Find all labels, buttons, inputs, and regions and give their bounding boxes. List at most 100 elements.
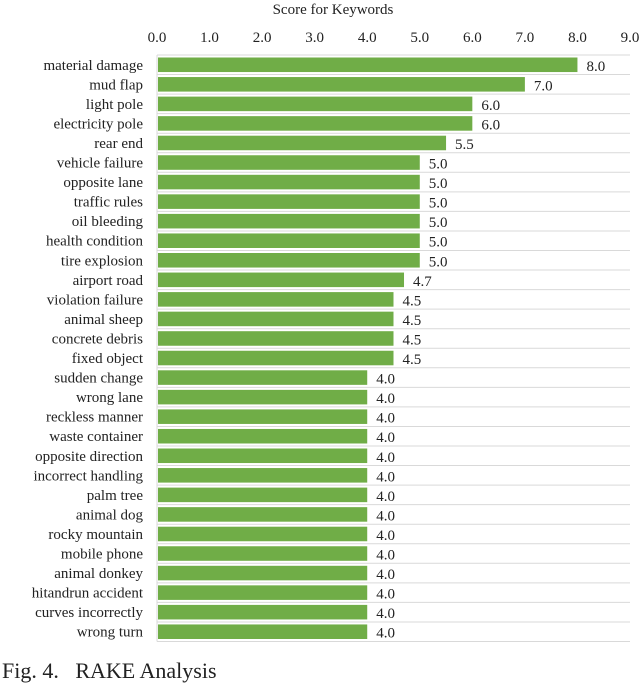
bar <box>158 604 368 620</box>
bar <box>158 370 368 385</box>
value-label: 4.0 <box>376 450 395 466</box>
value-label: 4.0 <box>376 548 395 564</box>
bar <box>158 409 368 424</box>
value-label: 5.0 <box>429 157 448 173</box>
bar <box>158 311 394 327</box>
value-label: 7.0 <box>534 78 553 94</box>
value-label: 4.0 <box>376 430 395 446</box>
category-label: light pole <box>86 97 143 113</box>
x-tick-label: 6.0 <box>463 30 482 46</box>
value-label: 4.0 <box>376 606 395 622</box>
value-label: 4.0 <box>376 391 395 407</box>
value-label: 4.7 <box>413 274 432 290</box>
category-label: reckless manner <box>46 410 143 426</box>
value-label: 5.5 <box>455 137 474 153</box>
bar <box>158 135 447 151</box>
value-label: 4.5 <box>403 313 422 329</box>
value-label: 4.0 <box>376 626 395 642</box>
x-tick-label: 4.0 <box>358 30 377 46</box>
x-tick-label: 5.0 <box>410 30 429 46</box>
value-label: 4.5 <box>403 352 422 368</box>
category-label: violation failure <box>47 292 144 308</box>
x-tick-label: 0.0 <box>148 30 167 46</box>
value-label: 4.0 <box>376 567 395 583</box>
bar <box>158 272 405 288</box>
x-tick-label: 7.0 <box>516 30 535 46</box>
value-label: 4.0 <box>376 587 395 603</box>
value-label: 5.0 <box>429 196 448 212</box>
bar <box>158 194 420 209</box>
category-label: concrete debris <box>52 331 143 347</box>
value-label: 4.5 <box>403 293 422 309</box>
bar <box>158 565 368 581</box>
bar <box>158 448 368 464</box>
bar <box>158 487 368 503</box>
category-label: electricity pole <box>53 116 143 132</box>
value-label: 4.0 <box>376 469 395 485</box>
category-label: incorrect handling <box>33 468 143 484</box>
category-labels: material damage mud flap light pole electri… <box>32 58 144 641</box>
bar <box>158 96 473 112</box>
x-tick-label: 1.0 <box>200 30 219 46</box>
bar <box>158 331 394 346</box>
category-label: opposite direction <box>35 449 143 465</box>
category-label: material damage <box>43 58 143 74</box>
bar <box>158 585 368 600</box>
value-label: 5.0 <box>429 176 448 192</box>
bar <box>158 174 420 190</box>
category-label: rocky mountain <box>48 527 143 543</box>
value-label: 4.0 <box>376 489 395 505</box>
value-label: 6.0 <box>481 98 500 114</box>
figure-caption: Fig. 4. RAKE Analysis <box>2 658 217 683</box>
value-label: 5.0 <box>429 215 448 231</box>
value-label: 4.0 <box>376 372 395 388</box>
category-label: fixed object <box>72 351 144 367</box>
x-tick-label: 9.0 <box>621 30 640 46</box>
bar <box>158 213 420 229</box>
category-label: palm tree <box>87 488 144 504</box>
x-tick-label: 8.0 <box>568 30 587 46</box>
category-label: sudden change <box>54 371 143 387</box>
category-label: wrong lane <box>76 390 143 406</box>
bar <box>158 428 368 444</box>
category-label: waste container <box>49 429 143 445</box>
chart-title: Score for Keywords <box>273 2 394 18</box>
category-label: animal dog <box>76 507 144 523</box>
bar <box>158 350 394 366</box>
bar <box>158 624 368 639</box>
bar <box>158 57 578 73</box>
category-label: vehicle failure <box>57 156 144 172</box>
value-label: 4.0 <box>376 411 395 427</box>
bar <box>158 116 473 131</box>
bar <box>158 546 368 561</box>
value-label: 5.0 <box>429 235 448 251</box>
bar <box>158 389 368 405</box>
bar-chart: Score for Keywords 0.0 1.0 2.0 3.0 4.0 5.0 6.0… <box>32 2 640 642</box>
bar <box>158 155 420 170</box>
category-label: tire explosion <box>61 253 144 269</box>
category-label: hitandrun accident <box>32 586 144 602</box>
value-label: 4.5 <box>403 332 422 348</box>
category-label: curves incorrectly <box>35 605 143 621</box>
bar <box>158 253 420 268</box>
category-label: opposite lane <box>63 175 143 191</box>
category-label: animal sheep <box>64 312 143 328</box>
bar <box>158 507 368 522</box>
x-axis-ticks: 0.0 1.0 2.0 3.0 4.0 5.0 6.0 7.0 8.0 9.0 <box>148 30 640 46</box>
category-label: wrong turn <box>77 625 144 641</box>
category-label: rear end <box>94 136 143 152</box>
category-label: oil bleeding <box>72 214 144 230</box>
x-tick-label: 3.0 <box>305 30 324 46</box>
bar <box>158 526 368 542</box>
category-label: airport road <box>73 273 144 289</box>
value-label: 4.0 <box>376 528 395 544</box>
x-tick-label: 2.0 <box>253 30 272 46</box>
bar <box>158 233 420 248</box>
bar <box>158 77 525 92</box>
value-label: 5.0 <box>429 254 448 270</box>
value-label: 8.0 <box>586 59 605 75</box>
category-label: traffic rules <box>74 195 143 211</box>
category-label: mobile phone <box>61 547 143 563</box>
category-label: mud flap <box>89 77 143 93</box>
category-label: animal donkey <box>54 566 143 582</box>
